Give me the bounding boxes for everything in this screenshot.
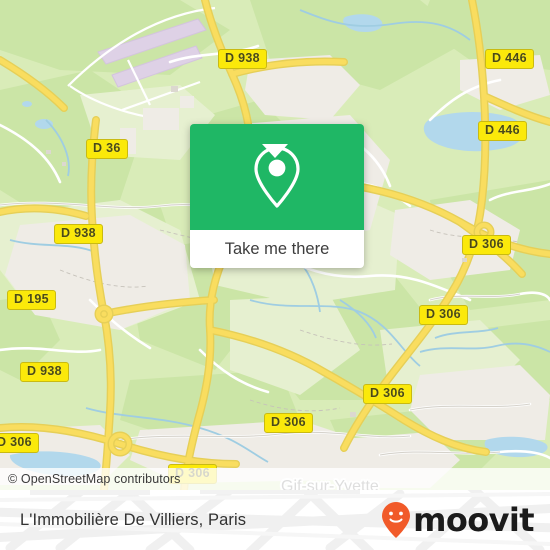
road-shield: D 195 [7,290,56,310]
road-shield: D 938 [20,362,69,382]
location-title-text: L'Immobilière De Villiers, Paris [20,510,247,529]
road-shield: D 306 [0,433,39,453]
road-shield: D 938 [218,49,267,69]
road-shield: D 446 [478,121,527,141]
road-shield: D 36 [86,139,128,159]
road-shield: D 446 [485,49,534,69]
road-shield: D 306 [419,305,468,325]
moovit-map-screenshot: D 938 D 446 D 36 D 446 D 938 D 306 D 195… [0,0,550,550]
road-shield: D 938 [54,224,103,244]
road-shield: D 306 [462,235,511,255]
map-attribution[interactable]: © OpenStreetMap contributors [0,468,550,490]
callout-pointer [262,144,288,158]
moovit-wordmark: moovit [413,501,534,539]
footer-bar: L'Immobilière De Villiers, Paris moovit [0,490,550,550]
moovit-logo[interactable]: moovit [381,490,535,550]
moovit-pin-icon [382,502,411,538]
road-shield: D 306 [363,384,412,404]
location-title: L'Immobilière De Villiers, Paris [20,490,246,550]
road-shield: D 306 [264,413,313,433]
take-me-there-label: Take me there [224,239,330,258]
callout-pin-area [190,124,364,230]
take-me-there-button[interactable]: Take me there [190,230,364,268]
